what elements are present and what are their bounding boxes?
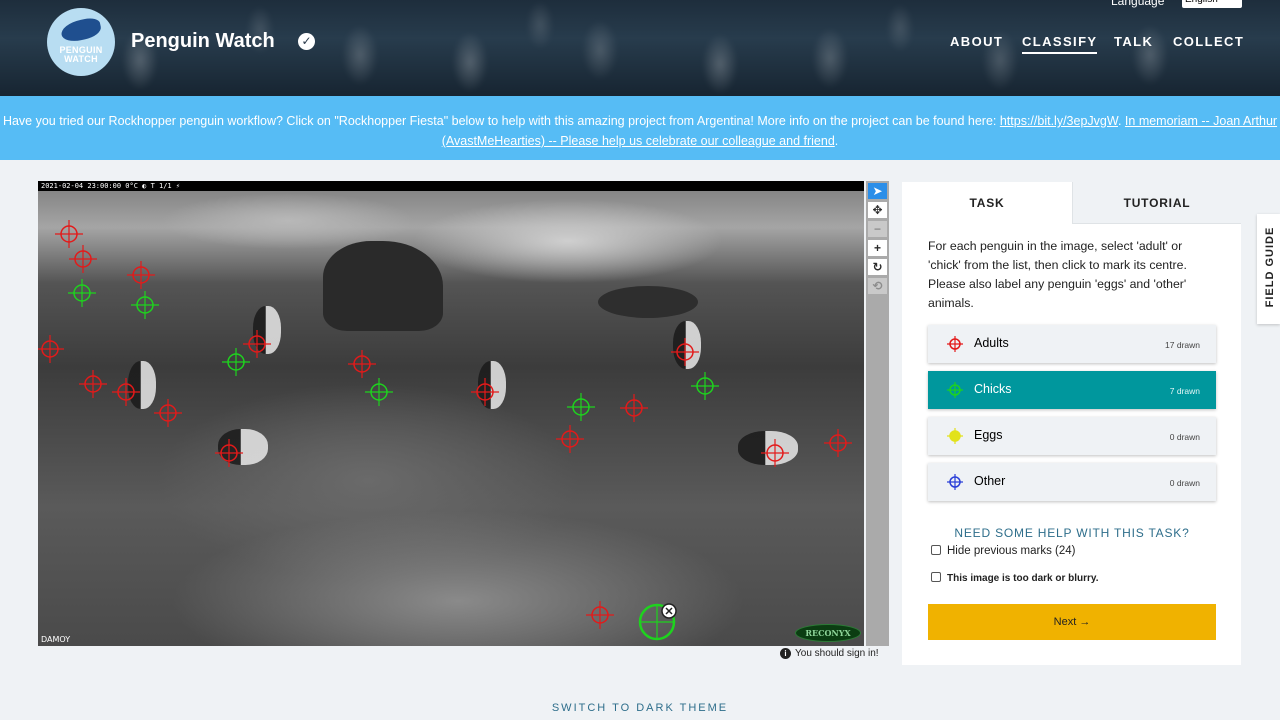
tool-other-button[interactable]: Other 0 drawn xyxy=(928,463,1216,501)
task-panel: TASK TUTORIAL For each penguin in the im… xyxy=(902,182,1241,665)
annotation-mark[interactable] xyxy=(620,394,648,422)
too-dark-checkbox[interactable]: This image is too dark or blurry. xyxy=(931,572,1099,584)
annotation-mark[interactable] xyxy=(567,393,595,421)
nav-talk[interactable]: TALK xyxy=(1114,34,1153,49)
rockhopper-info-link[interactable]: https://bit.ly/3epJvgW xyxy=(1000,114,1118,128)
hide-marks-checkbox[interactable]: Hide previous marks (24) xyxy=(931,545,1075,557)
check-circle-icon: ✓ xyxy=(298,33,315,50)
language-select[interactable]: English xyxy=(1182,0,1242,8)
next-button[interactable]: Next → xyxy=(928,604,1216,640)
info-icon: i xyxy=(780,648,791,659)
tool-label: Other xyxy=(974,474,1006,488)
annotation-marks xyxy=(38,220,852,641)
tool-label: Adults xyxy=(974,336,1009,350)
annotation-mark[interactable] xyxy=(131,291,159,319)
move-icon[interactable]: ✥ xyxy=(868,202,887,218)
tab-task[interactable]: TASK xyxy=(902,182,1072,224)
image-toolbar: ➤ ✥ − + ↻ ⟲ xyxy=(866,181,889,646)
nav-collect[interactable]: COLLECT xyxy=(1173,34,1244,49)
crosshair-icon xyxy=(947,428,963,444)
tool-label: Eggs xyxy=(974,428,1003,442)
tool-count: 0 drawn xyxy=(1169,478,1200,488)
project-title[interactable]: Penguin Watch xyxy=(131,30,275,53)
tool-adults-button[interactable]: Adults 17 drawn xyxy=(928,325,1216,363)
switch-theme-link[interactable]: SWITCH TO DARK THEME xyxy=(0,702,1280,714)
nav-about[interactable]: ABOUT xyxy=(950,34,1003,49)
tool-chicks-button[interactable]: Chicks 7 drawn xyxy=(928,371,1216,409)
annotation-mark[interactable] xyxy=(471,378,499,406)
zoom-in-icon[interactable]: + xyxy=(868,240,887,256)
zoom-out-icon[interactable]: − xyxy=(868,221,887,237)
tool-count: 7 drawn xyxy=(1169,386,1200,396)
tool-label: Chicks xyxy=(974,382,1012,396)
tool-eggs-button[interactable]: Eggs 0 drawn xyxy=(928,417,1216,455)
annotation-mark[interactable] xyxy=(68,279,96,307)
annotation-mark[interactable] xyxy=(222,348,250,376)
annotation-mark[interactable] xyxy=(365,378,393,406)
site-header: PENGUIN WATCH Penguin Watch ✓ ABOUT CLAS… xyxy=(0,0,1280,96)
penguin-logo-icon xyxy=(59,16,103,44)
crosshair-icon xyxy=(947,382,963,398)
crosshair-icon xyxy=(947,474,963,490)
field-guide-tab[interactable]: FIELD GUIDE xyxy=(1257,214,1280,324)
pointer-icon[interactable]: ➤ xyxy=(868,183,887,199)
annotation-mark[interactable] xyxy=(586,601,614,629)
rotate-icon[interactable]: ↻ xyxy=(868,259,887,275)
subject-viewer[interactable]: 2021-02-04 23:00:00 0°C ◐ T 1/1 ⚡ DAMOY … xyxy=(38,181,864,646)
task-help-link[interactable]: NEED SOME HELP WITH THIS TASK? xyxy=(928,526,1216,540)
language-label: Language xyxy=(1111,0,1165,8)
annotation-mark[interactable] xyxy=(243,330,271,358)
crosshair-icon xyxy=(947,336,963,352)
annotation-mark[interactable] xyxy=(691,372,719,400)
tab-tutorial[interactable]: TUTORIAL xyxy=(1072,182,1241,224)
reset-icon[interactable]: ⟲ xyxy=(868,278,887,294)
annotation-mark[interactable] xyxy=(215,439,243,467)
annotation-mark[interactable] xyxy=(55,220,83,248)
announcement-banner: Have you tried our Rockhopper penguin wo… xyxy=(0,96,1280,160)
annotation-mark[interactable] xyxy=(38,335,64,363)
annotation-mark[interactable] xyxy=(79,370,107,398)
task-instructions: For each penguin in the image, select 'a… xyxy=(928,239,1187,310)
annotation-mark[interactable] xyxy=(69,245,97,273)
annotation-mark[interactable] xyxy=(154,399,182,427)
selected-annotation-mark[interactable] xyxy=(638,603,677,641)
annotation-mark[interactable] xyxy=(348,350,376,378)
annotation-mark[interactable] xyxy=(761,439,789,467)
annotation-mark[interactable] xyxy=(671,338,699,366)
annotation-mark[interactable] xyxy=(556,425,584,453)
annotation-mark[interactable] xyxy=(824,429,852,457)
annotation-mark[interactable] xyxy=(112,378,140,406)
annotation-mark[interactable] xyxy=(127,261,155,289)
nav-classify[interactable]: CLASSIFY xyxy=(1022,34,1098,54)
sign-in-notice: i You should sign in! xyxy=(780,648,879,659)
tool-count: 17 drawn xyxy=(1165,340,1200,350)
project-logo[interactable]: PENGUIN WATCH xyxy=(47,8,115,76)
tool-count: 0 drawn xyxy=(1169,432,1200,442)
